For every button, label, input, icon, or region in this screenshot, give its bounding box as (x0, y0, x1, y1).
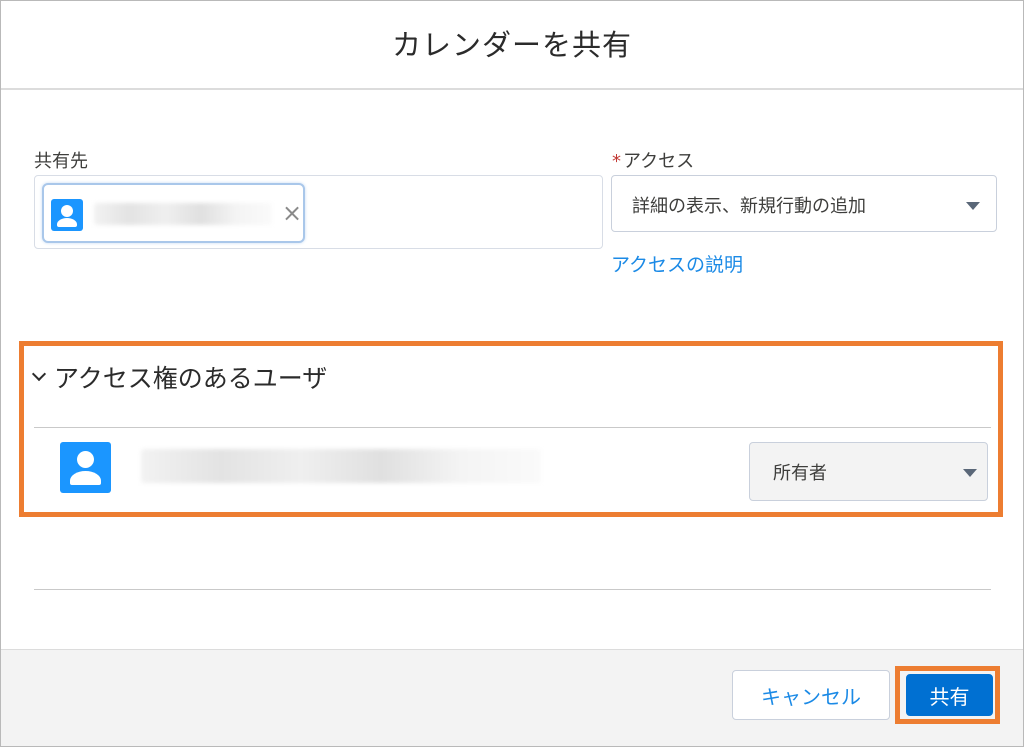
section-divider (34, 427, 991, 428)
share-button[interactable]: 共有 (906, 674, 993, 716)
users-section-toggle[interactable]: アクセス権のあるユーザ (29, 359, 369, 395)
dialog-title: カレンダーを共有 (391, 27, 632, 62)
required-marker: * (612, 151, 621, 172)
chevron-down-icon (963, 469, 977, 477)
dialog-header: カレンダーを共有 (1, 1, 1023, 90)
share-calendar-dialog: カレンダーを共有 共有先 × * アクセス 詳細の表示、新規行動の追加 アクセスの… (0, 0, 1024, 747)
chevron-down-icon (31, 366, 47, 382)
user-icon (51, 199, 83, 231)
access-label-text: アクセス (623, 151, 695, 172)
redacted-user-name (94, 203, 272, 225)
chevron-down-icon (966, 202, 980, 210)
redacted-user-name (141, 449, 541, 483)
access-select[interactable]: 詳細の表示、新規行動の追加 (611, 175, 997, 232)
user-role-select[interactable]: 所有者 (749, 442, 988, 501)
user-icon (60, 442, 111, 493)
users-section-title: アクセス権のあるユーザ (54, 364, 328, 393)
access-selected-value: 詳細の表示、新規行動の追加 (632, 196, 866, 217)
share-with-label: 共有先 (34, 151, 88, 172)
selected-user-pill[interactable]: × (42, 183, 305, 243)
user-role-value: 所有者 (773, 463, 827, 484)
content-divider (34, 589, 991, 590)
access-label: * アクセス (612, 147, 694, 173)
cancel-button[interactable]: キャンセル (732, 670, 890, 720)
share-with-lookup[interactable]: × (34, 175, 603, 249)
access-help-link[interactable]: アクセスの説明 (611, 250, 743, 277)
remove-pill-icon[interactable]: × (280, 197, 304, 229)
